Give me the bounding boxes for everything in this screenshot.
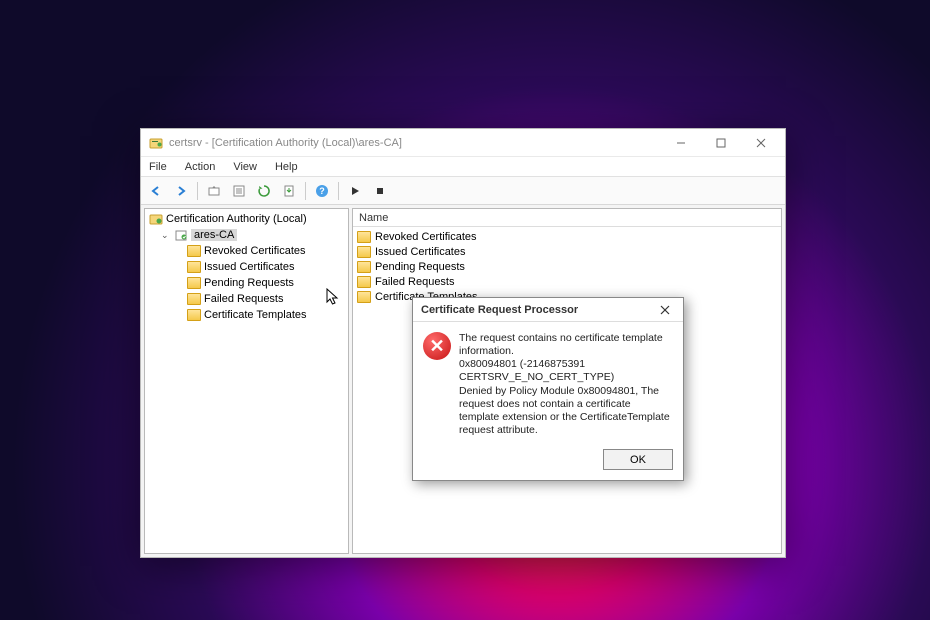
list-column-name[interactable]: Name <box>353 209 781 227</box>
dialog-body: ✕ The request contains no certificate te… <box>413 322 683 443</box>
ca-icon <box>174 228 188 242</box>
tree-ca[interactable]: ⌄ ares-CA <box>147 227 346 243</box>
back-button[interactable] <box>145 180 167 202</box>
toolbar-separator <box>197 182 198 200</box>
folder-icon <box>357 231 371 243</box>
list-item-failed[interactable]: Failed Requests <box>355 274 779 289</box>
list-item-revoked[interactable]: Revoked Certificates <box>355 229 779 244</box>
play-button[interactable] <box>344 180 366 202</box>
list-item-label: Issued Certificates <box>375 246 465 258</box>
error-icon: ✕ <box>423 332 451 360</box>
properties-button[interactable] <box>228 180 250 202</box>
tree-item-label: Pending Requests <box>204 277 294 289</box>
menu-view[interactable]: View <box>229 159 261 175</box>
tree-pane[interactable]: Certification Authority (Local) ⌄ ares-C… <box>144 208 349 554</box>
up-button[interactable] <box>203 180 225 202</box>
expand-toggle-icon[interactable]: ⌄ <box>161 230 171 241</box>
error-dialog: Certificate Request Processor ✕ The requ… <box>412 297 684 481</box>
window-title: certsrv - [Certification Authority (Loca… <box>169 137 661 149</box>
close-button[interactable] <box>741 130 781 156</box>
list-item-label: Pending Requests <box>375 261 465 273</box>
folder-icon <box>357 246 371 258</box>
ok-button[interactable]: OK <box>603 449 673 470</box>
minimize-button[interactable] <box>661 130 701 156</box>
maximize-button[interactable] <box>701 130 741 156</box>
tree-item-label: Issued Certificates <box>204 261 294 273</box>
dialog-close-button[interactable] <box>651 300 679 320</box>
list-item-label: Revoked Certificates <box>375 231 477 243</box>
dialog-line2: 0x80094801 (-2146875391 CERTSRV_E_NO_CER… <box>459 358 673 384</box>
folder-icon <box>187 293 201 305</box>
list-body: Revoked Certificates Issued Certificates… <box>353 227 781 306</box>
tree-item-issued[interactable]: Issued Certificates <box>147 259 346 275</box>
ca-root-icon <box>149 212 163 226</box>
tree-root-label: Certification Authority (Local) <box>166 213 307 225</box>
tree-item-label: Certificate Templates <box>204 309 307 321</box>
folder-icon <box>357 276 371 288</box>
list-item-issued[interactable]: Issued Certificates <box>355 244 779 259</box>
tree-item-label: Failed Requests <box>204 293 284 305</box>
folder-icon <box>357 291 371 303</box>
folder-icon <box>187 277 201 289</box>
stop-button[interactable] <box>369 180 391 202</box>
menu-file[interactable]: File <box>145 159 171 175</box>
dialog-line3: Denied by Policy Module 0x80094801, The … <box>459 385 673 438</box>
list-item-pending[interactable]: Pending Requests <box>355 259 779 274</box>
tree-item-label: Revoked Certificates <box>204 245 306 257</box>
list-item-label: Failed Requests <box>375 276 455 288</box>
toolbar-separator <box>338 182 339 200</box>
menubar: File Action View Help <box>141 157 785 177</box>
folder-icon <box>187 245 201 257</box>
dialog-message: The request contains no certificate temp… <box>459 332 673 437</box>
dialog-titlebar[interactable]: Certificate Request Processor <box>413 298 683 322</box>
folder-icon <box>187 261 201 273</box>
tree-item-revoked[interactable]: Revoked Certificates <box>147 243 346 259</box>
refresh-button[interactable] <box>253 180 275 202</box>
help-button[interactable]: ? <box>311 180 333 202</box>
tree: Certification Authority (Local) ⌄ ares-C… <box>145 209 348 325</box>
tree-root[interactable]: Certification Authority (Local) <box>147 211 346 227</box>
folder-icon <box>357 261 371 273</box>
toolbar: ? <box>141 177 785 205</box>
window-titlebar[interactable]: certsrv - [Certification Authority (Loca… <box>141 129 785 157</box>
tree-item-templates[interactable]: Certificate Templates <box>147 307 346 323</box>
export-button[interactable] <box>278 180 300 202</box>
dialog-line1: The request contains no certificate temp… <box>459 332 673 358</box>
forward-button[interactable] <box>170 180 192 202</box>
menu-action[interactable]: Action <box>181 159 220 175</box>
app-icon <box>149 136 163 150</box>
tree-item-failed[interactable]: Failed Requests <box>147 291 346 307</box>
tree-ca-label: ares-CA <box>191 229 237 241</box>
folder-icon <box>187 309 201 321</box>
window-controls <box>661 130 781 156</box>
svg-text:?: ? <box>319 186 325 196</box>
toolbar-separator <box>305 182 306 200</box>
dialog-title: Certificate Request Processor <box>421 304 578 316</box>
dialog-actions: OK <box>413 443 683 480</box>
tree-item-pending[interactable]: Pending Requests <box>147 275 346 291</box>
menu-help[interactable]: Help <box>271 159 302 175</box>
